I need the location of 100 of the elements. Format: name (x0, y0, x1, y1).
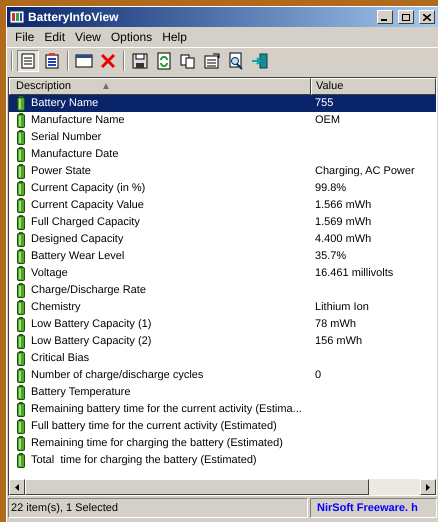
right-arrow-icon (426, 484, 430, 490)
value-cell-text: Lithium Ion (314, 300, 369, 316)
list-row[interactable]: Full Charged Capacity 1.569 mWh (9, 214, 436, 231)
battery-icon (17, 215, 25, 230)
list-row[interactable]: Serial Number (9, 129, 436, 146)
column-header[interactable]: Description ▲ (9, 78, 311, 95)
list-row[interactable]: Number of charge/discharge cycles 0 (9, 367, 436, 384)
battery-icon (17, 130, 25, 145)
value-cell-text: Charging, AC Power (314, 164, 415, 180)
description-cell-text: Designed Capacity (31, 232, 124, 248)
minimize-button[interactable] (377, 10, 393, 24)
column-header[interactable]: Value (311, 78, 436, 95)
description-cell-text: Manufacture Name (31, 113, 125, 128)
menu-item[interactable]: File (10, 28, 40, 46)
battery-icon (17, 96, 25, 111)
window-title: BatteryInfoView (28, 9, 120, 26)
close-button[interactable] (419, 10, 435, 24)
list-row[interactable]: Designed Capacity 4.400 mWh (9, 231, 436, 248)
list-row[interactable]: Current Capacity Value 1.566 mWh (9, 197, 436, 214)
battery-icon (17, 249, 25, 264)
list-row[interactable]: Battery Wear Level 35.7% (9, 248, 436, 265)
list-row[interactable]: Critical Bias (9, 350, 436, 367)
list-row[interactable]: Voltage 16.461 millivolts (9, 265, 436, 282)
value-cell-text: 0 (314, 368, 322, 384)
battery-icon (17, 419, 25, 434)
list-row[interactable]: Remaining battery time for the current activity (Estima... (9, 401, 436, 418)
value-cell-text: 35.7% (314, 249, 346, 264)
description-cell-text: Remaining battery time for the current activity (Estima... (31, 402, 302, 418)
description-cell-text: Total time for charging the battery (Estimated) (31, 453, 257, 468)
battery-icon (17, 351, 25, 366)
battery-icon (17, 232, 25, 247)
battery-icon (17, 385, 25, 400)
menu-item[interactable]: Options (106, 28, 158, 46)
list-row[interactable]: Remaining time for charging the battery (Estimated) (9, 435, 436, 452)
value-cell-text: 4.400 mWh (314, 232, 372, 248)
menu-item[interactable]: Help (157, 28, 192, 46)
list-row[interactable]: Full battery time for the current activity (Estimated) (9, 418, 436, 435)
exit-icon (251, 52, 269, 70)
value-cell-text: 78 mWh (314, 317, 356, 332)
description-cell-text: Battery Wear Level (31, 249, 124, 264)
description-cell-text: Manufacture Date (31, 147, 118, 162)
window-icon (75, 52, 93, 70)
battery-icon (17, 113, 25, 128)
list-row[interactable]: Power State Charging, AC Power (9, 163, 436, 180)
description-cell-text: Chemistry (31, 300, 81, 316)
description-cell-text: Critical Bias (31, 351, 90, 366)
battery-icon (17, 453, 25, 468)
list-row[interactable]: Battery Name 755 (9, 95, 436, 112)
description-cell-text: Power State (31, 164, 91, 180)
description-cell-text: Remaining time for charging the battery (Estimated) (31, 436, 283, 452)
battery-icon (17, 436, 25, 451)
description-cell-text: Serial Number (31, 130, 102, 146)
sort-indicator: ▲ (101, 80, 111, 94)
value-cell-text: OEM (314, 113, 340, 128)
details-button[interactable] (17, 50, 39, 72)
website-link[interactable]: NirSoft Freeware. h (310, 498, 437, 518)
description-cell-text: Full Charged Capacity (31, 215, 140, 230)
description-cell-text: Charge/Discharge Rate (31, 283, 146, 298)
value-cell-text: 755 (314, 96, 334, 112)
list-row[interactable]: Current Capacity (in %) 99.8% (9, 180, 436, 197)
battery-icon (17, 317, 25, 332)
refresh-icon (155, 52, 173, 70)
list-row[interactable]: Low Battery Capacity (1) 78 mWh (9, 316, 436, 333)
list-row[interactable]: Chemistry Lithium Ion (9, 299, 436, 316)
list-row[interactable]: Total time for charging the battery (Estimated) (9, 452, 436, 469)
left-arrow-icon (15, 484, 19, 490)
details-icon (19, 52, 37, 70)
list-row[interactable]: Battery Temperature (9, 384, 436, 401)
description-cell-text: Full battery time for the current activity (Estimated) (31, 419, 277, 434)
battery-icon (17, 368, 25, 383)
maximize-button[interactable] (398, 10, 414, 24)
clipboard-icon (43, 52, 61, 70)
list-row[interactable]: Manufacture Name OEM (9, 112, 436, 129)
description-cell-text: Battery Temperature (31, 385, 130, 400)
description-cell-text: Low Battery Capacity (2) (31, 334, 152, 350)
list-row[interactable]: Manufacture Date (9, 146, 436, 163)
app-icon (10, 10, 24, 24)
menu-item[interactable]: View (70, 28, 106, 46)
copy-icon (179, 52, 197, 70)
description-cell-text: Current Capacity (in %) (31, 181, 146, 196)
battery-icon (17, 181, 25, 196)
list-row[interactable]: Charge/Discharge Rate (9, 282, 436, 299)
list-row[interactable]: Low Battery Capacity (2) 156 mWh (9, 333, 436, 350)
value-cell-text: 1.569 mWh (314, 215, 372, 230)
battery-icon (17, 164, 25, 179)
properties-icon (203, 52, 221, 70)
description-cell-text: Current Capacity Value (31, 198, 144, 214)
scrollbar-thumb[interactable] (25, 479, 369, 495)
status-text: 22 item(s), 1 Selected (8, 498, 308, 518)
horizontal-scrollbar[interactable] (9, 479, 436, 495)
search-icon (227, 52, 245, 70)
description-cell-text: Low Battery Capacity (1) (31, 317, 152, 332)
value-cell-text: 156 mWh (314, 334, 362, 350)
delete-icon (99, 52, 117, 70)
battery-icon (17, 334, 25, 349)
description-cell-text: Voltage (31, 266, 68, 282)
menu-item[interactable]: Edit (39, 28, 70, 46)
value-cell-text: 99.8% (314, 181, 346, 196)
save-icon (131, 52, 149, 70)
column-label: Description (16, 79, 72, 94)
